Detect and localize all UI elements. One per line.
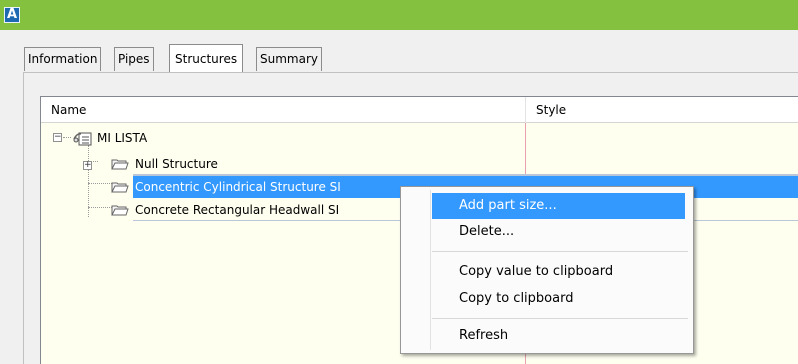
- menu-item-copy-to-clipboard[interactable]: Copy to clipboard: [404, 286, 690, 312]
- column-header-name[interactable]: Name: [41, 97, 525, 123]
- tree-row-null-structure[interactable]: + Null Structure: [41, 153, 798, 175]
- menu-separator: [432, 251, 688, 252]
- folder-icon: [111, 159, 129, 170]
- tab-pipes[interactable]: Pipes: [114, 47, 154, 71]
- tree-row-label: Concrete Rectangular Headwall SI: [135, 203, 340, 217]
- folder-icon: [111, 205, 129, 216]
- tab-summary[interactable]: Summary: [256, 47, 322, 71]
- menu-item-add-part-size[interactable]: Add part size...: [432, 193, 685, 219]
- folder-icon: [111, 182, 129, 193]
- menu-item-delete[interactable]: Delete...: [404, 219, 690, 245]
- expand-icon[interactable]: +: [83, 161, 92, 170]
- grid-header: Name Style: [41, 97, 798, 123]
- tab-strip: Information Pipes Structures Summary: [0, 30, 798, 74]
- title-bar: A: [0, 0, 798, 30]
- menu-separator: [432, 318, 688, 319]
- tree-connector: [63, 137, 71, 138]
- row-gridline: [133, 175, 798, 176]
- menu-item-copy-value[interactable]: Copy value to clipboard: [404, 259, 690, 285]
- tab-structures[interactable]: Structures: [169, 44, 244, 72]
- tree-row-label: Concentric Cylindrical Structure SI: [135, 180, 341, 194]
- collapse-icon[interactable]: −: [53, 133, 62, 142]
- menu-item-refresh[interactable]: Refresh: [404, 323, 690, 349]
- tree-row-label: Null Structure: [135, 157, 218, 171]
- context-menu: Add part size... Delete... Copy value to…: [400, 186, 694, 354]
- parts-list-icon: [73, 132, 92, 146]
- app-icon[interactable]: A: [4, 7, 20, 23]
- tab-information[interactable]: Information: [24, 47, 102, 71]
- tree-row-label: MI LISTA: [97, 131, 148, 145]
- tree-row-root[interactable]: − MI LISTA: [41, 127, 798, 149]
- column-header-style[interactable]: Style: [525, 97, 798, 123]
